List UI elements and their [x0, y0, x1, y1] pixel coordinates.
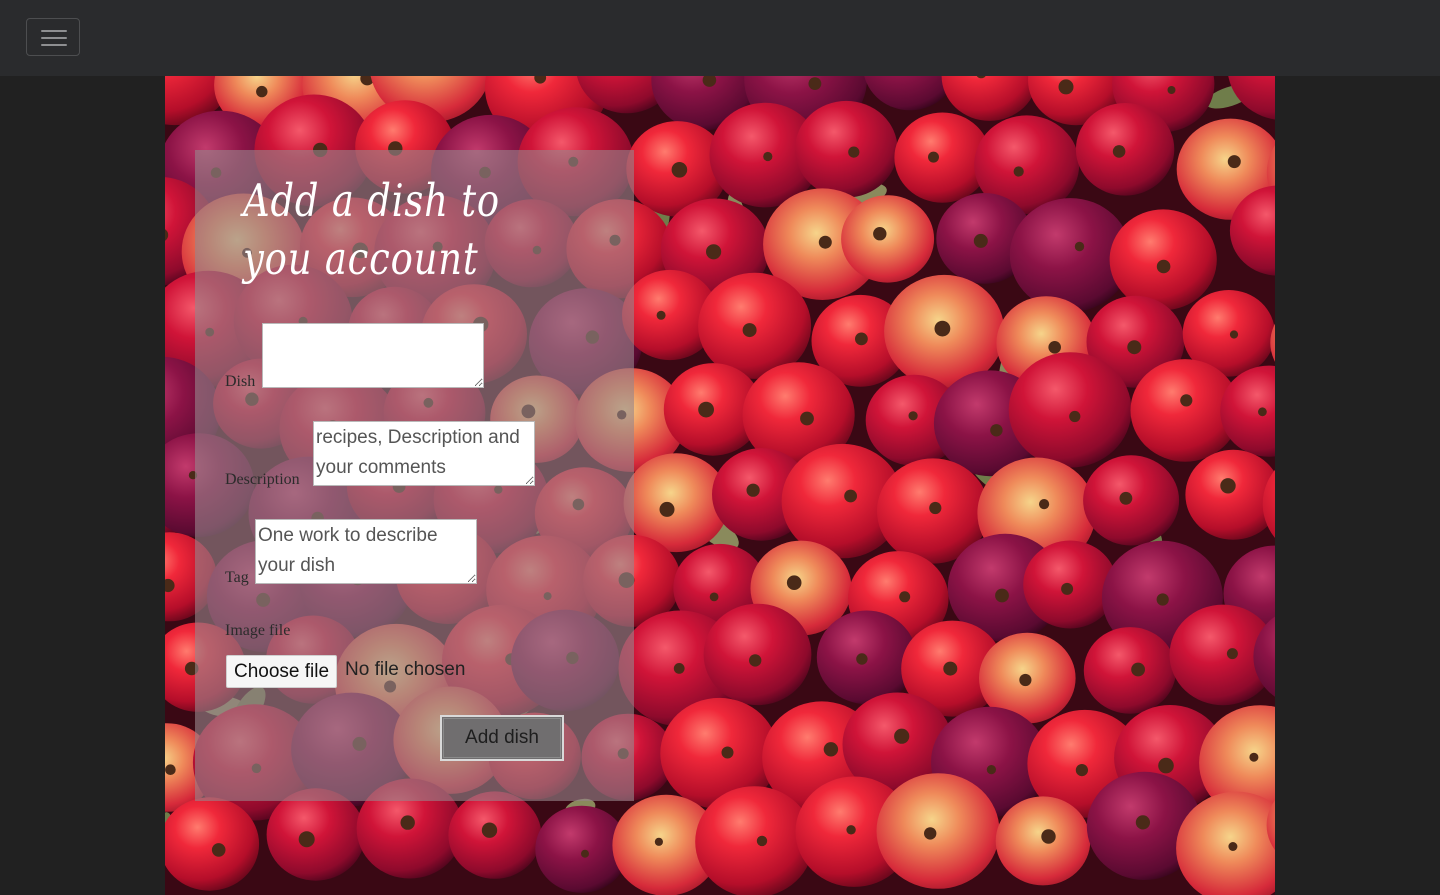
apple-shape — [995, 796, 1091, 886]
description-input[interactable] — [313, 421, 535, 486]
apple-shape — [1008, 352, 1132, 468]
description-label: Description — [225, 471, 300, 488]
apple-shape — [1109, 209, 1217, 311]
choose-file-button[interactable]: Choose file — [226, 655, 338, 688]
apple-shape — [1083, 627, 1176, 714]
apple-shape — [841, 195, 935, 283]
apple-shape — [1083, 455, 1180, 546]
form-title: Add a dish to you account — [243, 174, 500, 285]
apple-shape — [795, 100, 898, 198]
apple-shape — [703, 603, 812, 706]
navbar — [0, 0, 1440, 76]
apple-shape — [448, 791, 542, 879]
apple-shape — [876, 773, 1000, 889]
file-status-text: No file chosen — [345, 659, 466, 680]
apple-shape — [1075, 103, 1175, 196]
tag-input[interactable] — [255, 519, 477, 584]
apple-shape — [816, 610, 917, 705]
dish-label: Dish — [225, 373, 256, 390]
apple-shape — [695, 786, 814, 895]
navbar-toggle-button[interactable] — [26, 18, 80, 56]
apple-shape — [1023, 540, 1117, 629]
dish-input[interactable] — [262, 323, 484, 388]
add-dish-form-panel: Add a dish to you account Dish Descripti… — [195, 150, 634, 801]
tag-label: Tag — [225, 569, 249, 586]
add-dish-button[interactable]: Add dish — [440, 715, 564, 761]
image-file-label: Image file — [225, 622, 291, 639]
apple-shape — [266, 788, 365, 881]
